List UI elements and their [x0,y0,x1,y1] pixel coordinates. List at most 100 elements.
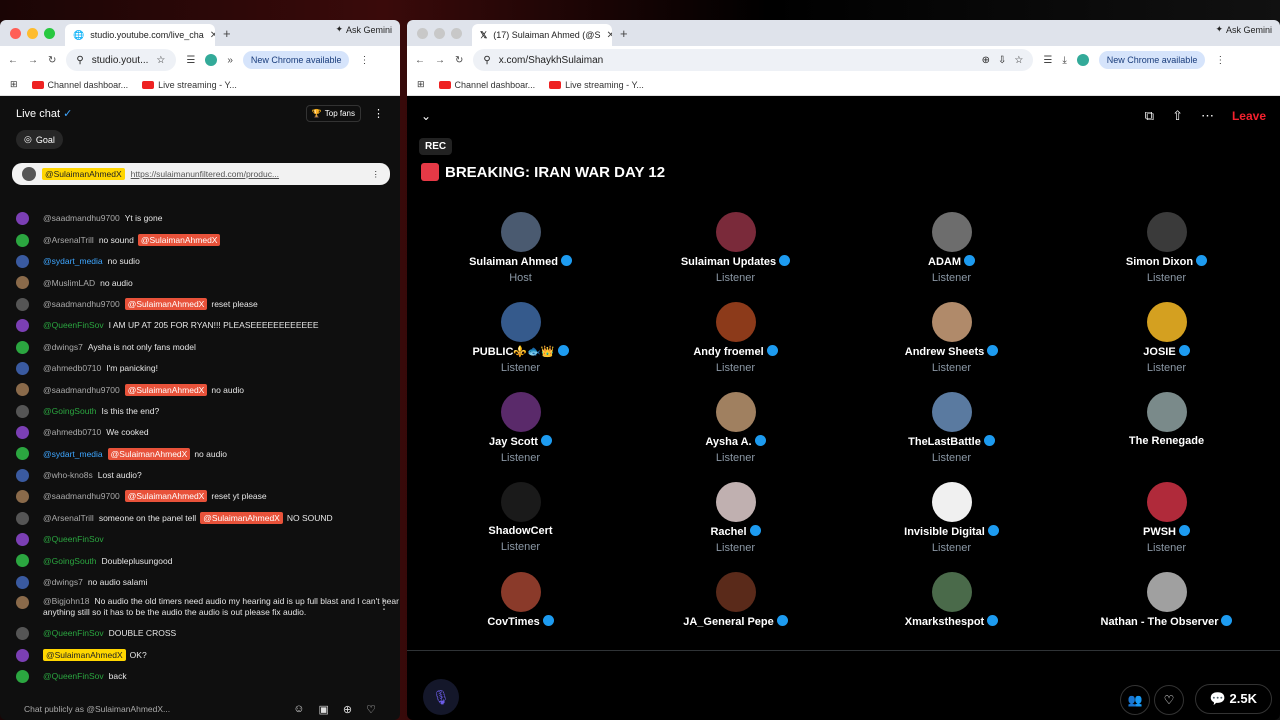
participant[interactable]: Andrew Sheets Listener [844,302,1059,374]
forward-icon[interactable]: → [435,55,445,66]
ask-gemini-button[interactable]: ✦ Ask Gemini [1215,24,1272,35]
participant[interactable]: Rachel Listener [628,482,843,554]
zoom-window-button[interactable] [451,27,462,39]
message-author[interactable]: @dwings7 [43,342,83,352]
menu-kebab-icon[interactable]: ⋮ [359,55,369,66]
participant[interactable]: Sulaiman Ahmed Host [413,212,628,284]
new-tab-button[interactable]: + [620,26,628,41]
message-author[interactable]: @GoingSouth [43,556,97,566]
pinned-message[interactable]: @SulaimanAhmedX https://sulaimanunfilter… [12,163,390,185]
message-author[interactable]: @dwings7 [43,577,83,587]
message-menu-kebab-icon[interactable]: ⋮ [378,598,390,612]
extension-icon[interactable]: ☰ [1043,55,1052,66]
close-tab-icon[interactable]: ✕ [606,30,612,41]
participant[interactable]: Andy froemel Listener [628,302,843,374]
message-author[interactable]: @QueenFinSov [43,671,104,681]
back-icon[interactable]: ← [415,55,425,66]
message-author[interactable]: @ArsenalTrill [43,235,94,245]
chat-message[interactable]: @ahmedb0710 We cooked [0,422,400,443]
chat-message[interactable]: @GoingSouth Is this the end? [0,401,400,422]
participant[interactable]: Jay Scott Listener [413,392,628,464]
chat-message[interactable]: @QueenFinSov I AM UP AT 205 FOR RYAN!!! P… [0,315,400,336]
bookmark-star-icon[interactable]: ☆ [1014,55,1023,66]
chat-message[interactable]: @GoingSouth Doubleplusungood [0,550,400,571]
bookmark-channel-dashboard[interactable]: Channel dashboar... [438,80,535,90]
chat-message-list[interactable]: @saadmandhu9700 Yt is gone @ArsenalTrill no… [0,208,400,698]
profile-icon[interactable] [1076,54,1089,66]
bookmark-live-streaming[interactable]: Live streaming - Y... [549,80,644,90]
participant[interactable]: Aysha A. Listener [628,392,843,464]
message-author[interactable]: @sydart_media [43,449,103,459]
message-author[interactable]: @saadmandhu9700 [43,299,120,309]
new-tab-button[interactable]: + [223,26,231,41]
browser-tab[interactable]: 𝕏 (17) Sulaiman Ahmed (@S ✕ [472,24,612,46]
extension-icon[interactable]: ☰ [186,55,195,66]
participant[interactable]: TheLastBattle Listener [844,392,1059,464]
message-author[interactable]: @saadmandhu9700 [43,491,120,501]
share-icon[interactable]: ⇧ [1172,108,1183,124]
forward-icon[interactable]: → [28,55,38,66]
close-window-button[interactable] [417,27,428,39]
more-icon[interactable]: ⋯ [1201,108,1214,124]
chat-message[interactable]: @saadmandhu9700 @SulaimanAhmedX reset yt p… [0,486,400,507]
menu-kebab-icon[interactable]: ⋮ [1215,55,1225,66]
url-bar[interactable]: ⚲ x.com/ShaykhSulaiman ⊕ ⇩ ☆ [473,49,1034,71]
chat-message[interactable]: @saadmandhu9700 Yt is gone [0,208,400,229]
message-author[interactable]: @saadmandhu9700 [43,213,120,223]
message-author[interactable]: @QueenFinSov [43,628,104,638]
message-author[interactable]: @SulaimanAhmedX [43,648,126,661]
participant[interactable]: The Renegade [1059,392,1274,447]
chat-message[interactable]: @ArsenalTrill someone on the panel tell @S… [0,507,400,528]
chat-message[interactable]: @MuslimLAD no audio [0,272,400,293]
zoom-window-button[interactable] [44,27,55,39]
message-author[interactable]: @ArsenalTrill [43,513,94,523]
message-author[interactable]: @sydart_media [43,256,103,266]
chat-input[interactable]: Chat publicly as @SulaimanAhmedX... [24,704,170,714]
browser-tab[interactable]: 🌐 studio.youtube.com/live_cha ✕ [65,24,215,46]
participant[interactable]: Xmarksthespot [844,572,1059,628]
close-tab-icon[interactable]: ✕ [210,30,215,41]
new-chrome-available-button[interactable]: New Chrome available [1098,51,1206,69]
apps-grid-icon[interactable]: ⊞ [10,79,18,90]
close-window-button[interactable] [10,27,21,39]
minimize-space-icon[interactable]: ⧉ [1145,108,1154,124]
chat-message[interactable]: @ArsenalTrill no sound @SulaimanAhmedX [0,229,400,250]
chat-message[interactable]: @saadmandhu9700 @SulaimanAhmedX reset plea… [0,294,400,315]
chat-message[interactable]: @dwings7 no audio salami [0,572,400,593]
zoom-icon[interactable]: ⊕ [982,55,990,66]
chat-message[interactable]: @QueenFinSov back [0,666,400,687]
people-icon[interactable]: 👥 [1120,685,1150,715]
chat-message[interactable]: @sydart_media no sudio [0,251,400,272]
add-icon[interactable]: ⊕ [343,703,352,716]
goal-button[interactable]: ◎ Goal [16,130,63,149]
participant[interactable]: Invisible Digital Listener [844,482,1059,554]
participant[interactable]: CovTimes [413,572,628,628]
chat-message[interactable]: @Bigjohn18 No audio the old timers need a… [0,593,400,623]
participant[interactable]: JOSIE Listener [1059,302,1274,374]
minimize-window-button[interactable] [27,27,38,39]
chat-message[interactable]: @QueenFinSov [0,529,400,550]
chat-message[interactable]: @ahmedb0710 I'm panicking! [0,358,400,379]
apps-grid-icon[interactable]: ⊞ [417,79,425,90]
participant[interactable]: Nathan - The Observer [1059,572,1274,628]
participant[interactable]: PWSH Listener [1059,482,1274,554]
chat-message[interactable]: @dwings7 Aysha is not only fans model [0,336,400,357]
chevron-more-icon[interactable]: » [227,55,233,66]
new-chrome-available-button[interactable]: New Chrome available [242,51,350,69]
message-author[interactable]: @who-kno8s [43,470,93,480]
chevron-down-icon[interactable]: ⌄ [421,109,431,123]
chat-message[interactable]: @QueenFinSov DOUBLE CROSS [0,623,400,644]
download-icon[interactable]: ⤓ [1062,55,1066,66]
message-author[interactable]: @GoingSouth [43,406,97,416]
comments-count-button[interactable]: 💬 2.5K [1194,684,1272,714]
participant[interactable]: ShadowCert Listener [413,482,628,553]
reload-icon[interactable]: ↻ [455,55,463,66]
chat-message[interactable]: @sydart_media @SulaimanAhmedX no audio [0,443,400,464]
chat-message[interactable]: @SulaimanAhmedX OK? [0,644,400,665]
url-bar[interactable]: ⚲ studio.yout... ☆ [66,49,177,71]
chat-message[interactable]: @who-kno8s Lost audio? [0,465,400,486]
install-icon[interactable]: ⇩ [998,55,1006,66]
chat-menu-kebab-icon[interactable]: ⋮ [373,107,384,120]
participant[interactable]: Simon Dixon Listener [1059,212,1274,284]
reload-icon[interactable]: ↻ [48,55,56,66]
